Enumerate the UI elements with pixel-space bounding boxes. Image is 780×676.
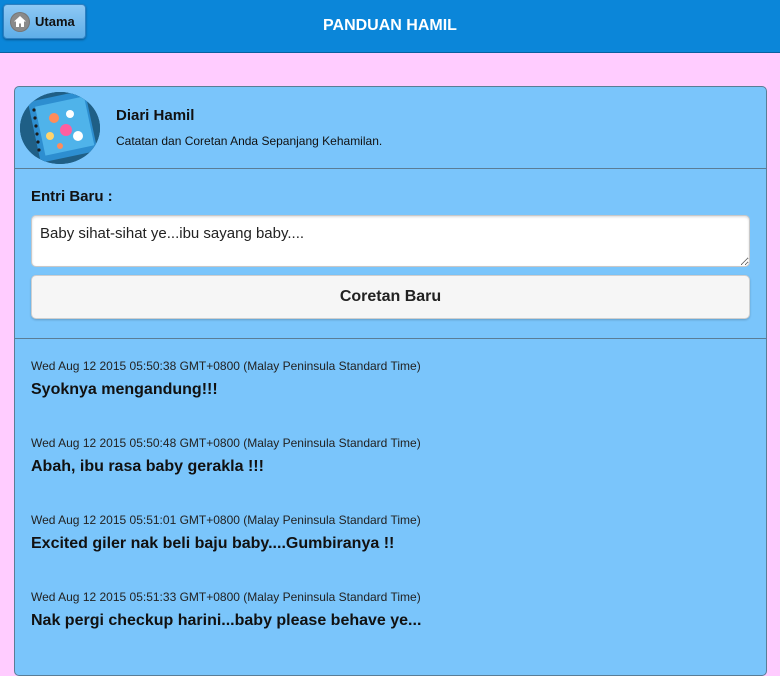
entry-text: Nak pergi checkup harini...baby please b… [31, 612, 422, 629]
list-item: Wed Aug 12 2015 05:50:38 GMT+0800 (Malay… [31, 357, 750, 434]
entry-text: Syoknya mengandung!!! [31, 381, 218, 398]
entry-list: Wed Aug 12 2015 05:50:38 GMT+0800 (Malay… [31, 357, 750, 665]
new-entry-label: Entri Baru : [31, 188, 113, 205]
entry-timestamp: Wed Aug 12 2015 05:51:33 GMT+0800 (Malay… [31, 590, 421, 604]
header-bar: Utama PANDUAN HAMIL [0, 0, 780, 53]
list-item: Wed Aug 12 2015 05:51:01 GMT+0800 (Malay… [31, 511, 750, 588]
entry-timestamp: Wed Aug 12 2015 05:50:48 GMT+0800 (Malay… [31, 436, 421, 450]
list-item: Wed Aug 12 2015 05:50:48 GMT+0800 (Malay… [31, 434, 750, 511]
divider [15, 338, 766, 339]
diary-panel: Diari Hamil Catatan dan Coretan Anda Sep… [14, 86, 767, 676]
list-item: Wed Aug 12 2015 05:51:33 GMT+0800 (Malay… [31, 588, 750, 665]
new-entry-input[interactable]: Baby sihat-sihat ye...ibu sayang baby...… [31, 215, 750, 267]
diary-profile: Diari Hamil Catatan dan Coretan Anda Sep… [15, 87, 766, 169]
diary-subtitle: Catatan dan Coretan Anda Sepanjang Keham… [116, 134, 383, 148]
entry-text: Abah, ibu rasa baby gerakla !!! [31, 458, 264, 475]
new-entry-button[interactable]: Coretan Baru [31, 275, 750, 319]
entry-timestamp: Wed Aug 12 2015 05:50:38 GMT+0800 (Malay… [31, 359, 421, 373]
entry-text: Excited giler nak beli baju baby....Gumb… [31, 535, 395, 552]
page-title: PANDUAN HAMIL [323, 17, 457, 34]
entry-timestamp: Wed Aug 12 2015 05:51:01 GMT+0800 (Malay… [31, 513, 421, 527]
diary-title: Diari Hamil [116, 107, 195, 124]
diary-avatar [20, 92, 100, 164]
